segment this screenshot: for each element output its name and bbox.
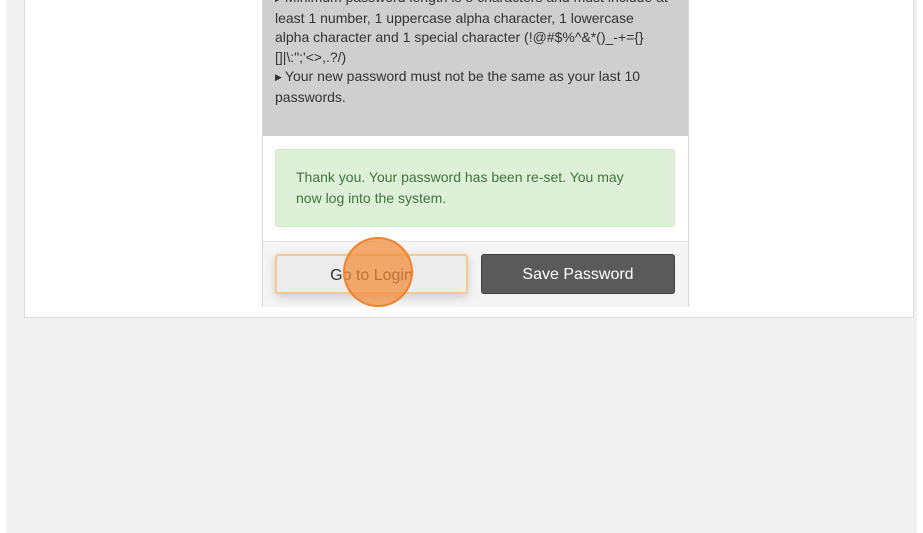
password-rule-item: ▶ Your new password must not be the same … xyxy=(275,67,670,107)
password-rule-text: Minimum password length is 8 characters … xyxy=(275,0,668,65)
password-rules-box: ▶Minimum password length is 8 characters… xyxy=(263,0,688,136)
password-rules-list: ▶Minimum password length is 8 characters… xyxy=(275,0,670,107)
bullet-arrow-icon: ▶ xyxy=(275,0,282,9)
card-footer: Go to Login Save Password xyxy=(263,241,688,307)
success-alert-message: Thank you. Your password has been re-set… xyxy=(296,169,624,206)
success-alert: Thank you. Your password has been re-set… xyxy=(275,149,675,227)
bullet-arrow-icon: ▶ xyxy=(275,72,282,82)
password-rule-text: Your new password must not be the same a… xyxy=(275,68,641,105)
password-rule-item: ▶Minimum password length is 8 characters… xyxy=(275,0,670,67)
password-reset-card: ▶Minimum password length is 8 characters… xyxy=(262,0,689,307)
save-password-button[interactable]: Save Password xyxy=(481,254,675,294)
go-to-login-button[interactable]: Go to Login xyxy=(275,254,468,294)
